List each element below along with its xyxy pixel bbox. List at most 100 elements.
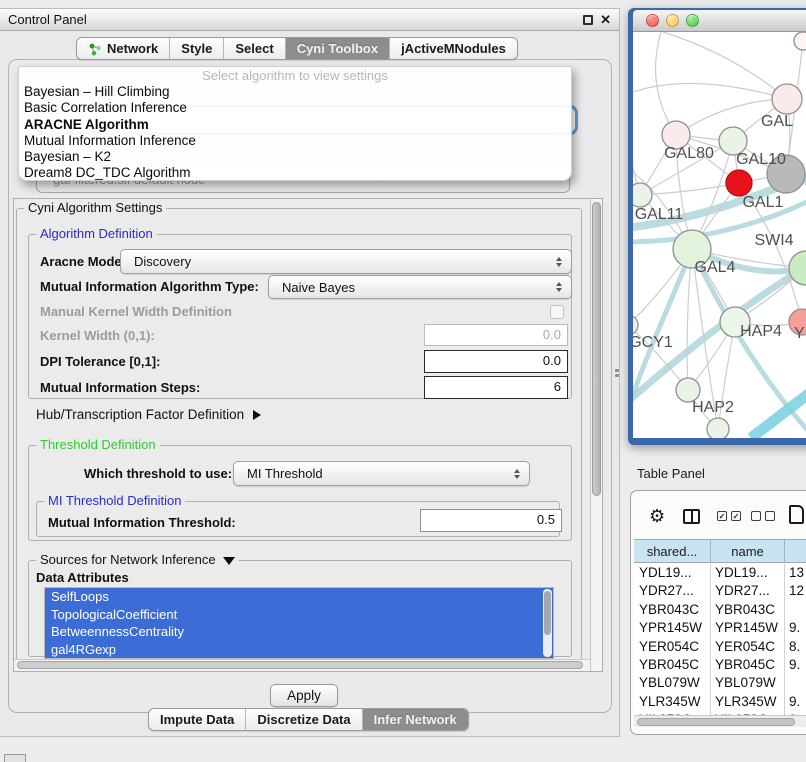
table-row[interactable]: YBL079WYBL079W (634, 674, 806, 692)
tab-select[interactable]: Select (223, 38, 284, 59)
combo-arrows-icon (556, 282, 562, 292)
mi-algorithm-type-value: Naive Bayes (269, 280, 556, 295)
tab-infer-network[interactable]: Infer Network (362, 709, 468, 730)
network-window-titlebar[interactable] (633, 10, 806, 32)
table-row[interactable]: YER054CYER054C8. (634, 638, 806, 656)
algorithm-option-basic-correlation-inference[interactable]: Basic Correlation Inference (19, 100, 571, 116)
hub-section-toggle[interactable]: Hub/Transcription Factor Definition (36, 407, 261, 422)
select-all-checks-icon[interactable]: ✓✓ (717, 511, 741, 521)
algorithm-option-aracne-algorithm[interactable]: ARACNE Algorithm (19, 117, 571, 133)
column-header-a[interactable]: A (785, 540, 806, 562)
split-pane-grip[interactable] (614, 367, 620, 379)
tab-infer-network-label: Infer Network (374, 712, 457, 727)
algorithm-dropdown-prompt: Select algorithm to view settings (19, 67, 571, 84)
mi-algorithm-type-combo[interactable]: Naive Bayes (268, 275, 572, 299)
algorithm-dropdown-popup: Select algorithm to view settings Bayesi… (18, 66, 572, 181)
node-label-gal4: GAL4 (695, 259, 736, 276)
which-threshold-label: Which threshold to use: (84, 466, 232, 481)
network-node-gal1[interactable] (726, 170, 752, 196)
network-view-window: GALGAL80GAL10GAL1GAL11GAL4SWI4GCY1HAP4YH… (628, 8, 806, 445)
table-row[interactable]: YDR27...YDR27...12 (634, 582, 806, 600)
collapsed-panel-chip[interactable] (4, 754, 26, 762)
apply-button[interactable]: Apply (270, 684, 338, 707)
network-node[interactable] (707, 418, 729, 438)
mi-threshold-field[interactable]: 0.5 (420, 509, 562, 532)
document-icon[interactable] (789, 505, 804, 524)
tab-network[interactable]: Network (77, 38, 169, 59)
attributes-scrollbar-thumb[interactable] (544, 591, 551, 635)
algorithm-option-bayesian-k2[interactable]: Bayesian – K2 (19, 149, 571, 165)
tab-jactivemnodules[interactable]: jActiveMNodules (389, 38, 517, 59)
attribute-item-topologicalcoefficient[interactable]: TopologicalCoefficient (45, 606, 553, 624)
tab-style[interactable]: Style (169, 38, 223, 59)
control-panel-title: Control Panel (0, 12, 87, 27)
close-icon[interactable]: ✕ (600, 12, 611, 28)
table-cell: 13 (785, 564, 806, 582)
node-label-gal10: GAL10 (736, 151, 786, 168)
dpi-tolerance-label: DPI Tolerance [0,1]: (40, 354, 160, 369)
table-cell: YBR045C (634, 656, 711, 674)
node-label-hap2: HAP2 (692, 399, 734, 416)
float-window-icon[interactable] (583, 15, 593, 25)
table-cell: 9. (785, 693, 806, 711)
kernel-width-field[interactable]: 0.0 (424, 324, 568, 346)
dpi-tolerance-field[interactable]: 0.0 (424, 350, 568, 373)
tab-impute-data-label: Impute Data (160, 712, 234, 727)
table-row[interactable]: YDL19...YDL19...13 (634, 564, 806, 582)
table-cell: YPR145W (711, 619, 785, 637)
network-node-gcy1[interactable] (633, 315, 638, 335)
node-label-gal11: GAL11 (635, 206, 684, 223)
settings-vscrollbar-thumb[interactable] (592, 202, 601, 496)
close-traffic-light[interactable] (646, 14, 659, 27)
tab-cyni-toolbox[interactable]: Cyni Toolbox (285, 38, 389, 59)
column-header-shared[interactable]: shared... (634, 540, 711, 562)
algorithm-option-bayesian-hill-climbing[interactable]: Bayesian – Hill Climbing (19, 84, 571, 100)
network-canvas-svg: GALGAL80GAL10GAL1GAL11GAL4SWI4GCY1HAP4YH… (633, 32, 806, 438)
mi-steps-field[interactable]: 6 (424, 376, 568, 399)
tab-discretize-data[interactable]: Discretize Data (245, 709, 361, 730)
table-header-row: shared...nameA (634, 539, 806, 563)
minimize-traffic-light[interactable] (666, 14, 679, 27)
algorithm-option-dream8-dc-tdc-algorithm[interactable]: Dream8 DC_TDC Algorithm (19, 165, 571, 181)
network-node-gal[interactable] (772, 84, 802, 114)
zoom-traffic-light[interactable] (686, 14, 699, 27)
table-row[interactable]: YBR045CYBR045C9. (634, 656, 806, 674)
network-edge[interactable] (663, 32, 787, 99)
table-cell: YPR145W (634, 619, 711, 637)
algorithm-definition-title: Algorithm Definition (36, 227, 157, 241)
columns-icon[interactable] (683, 509, 700, 524)
settings-hscrollbar-thumb[interactable] (17, 661, 583, 669)
aracne-mode-combo[interactable]: Discovery (120, 249, 572, 274)
node-label-gal1: GAL1 (743, 194, 784, 211)
table-row[interactable]: YLR345WYLR345W9. (634, 693, 806, 711)
which-threshold-combo[interactable]: MI Threshold (233, 461, 530, 486)
aracne-mode-value: Discovery (121, 254, 556, 269)
attribute-item-selfloops[interactable]: SelfLoops (45, 588, 553, 606)
manual-kernel-width-checkbox[interactable] (550, 305, 564, 319)
table-cell: 12 (785, 582, 806, 600)
deselect-all-checks-icon[interactable] (751, 511, 775, 521)
table-row[interactable]: YBR043CYBR043C (634, 601, 806, 619)
tab-impute-data[interactable]: Impute Data (149, 709, 245, 730)
attribute-item-betweennesscentrality[interactable]: BetweennessCentrality (45, 623, 553, 641)
network-node[interactable] (794, 32, 806, 50)
network-edge[interactable] (687, 249, 692, 390)
column-header-name[interactable]: name (711, 540, 785, 562)
mi-steps-label: Mutual Information Steps: (40, 380, 200, 395)
network-node-gal11[interactable] (633, 183, 652, 207)
table-hscrollbar-thumb[interactable] (637, 718, 795, 726)
control-panel-bottom-tabs: Impute Data Discretize Data Infer Network (148, 708, 469, 731)
attribute-item-gal4rgexp[interactable]: gal4RGexp (45, 641, 553, 659)
network-edge[interactable] (656, 32, 676, 135)
algorithm-option-mutual-information-inference[interactable]: Mutual Information Inference (19, 133, 571, 149)
tab-jactivemnodules-label: jActiveMNodules (401, 41, 506, 56)
dpi-tolerance-value: 0.0 (543, 353, 561, 368)
node-label-hap4: HAP4 (740, 323, 782, 340)
table-cell: YDR27... (634, 582, 711, 600)
network-canvas[interactable]: GALGAL80GAL10GAL1GAL11GAL4SWI4GCY1HAP4YH… (633, 32, 806, 438)
table-cell: YLR345W (634, 693, 711, 711)
gear-icon[interactable]: ⚙ (649, 506, 665, 527)
sources-group-title[interactable]: Sources for Network Inference (36, 553, 239, 567)
table-row[interactable]: YPR145WYPR145W9. (634, 619, 806, 637)
network-edge[interactable] (633, 83, 787, 99)
